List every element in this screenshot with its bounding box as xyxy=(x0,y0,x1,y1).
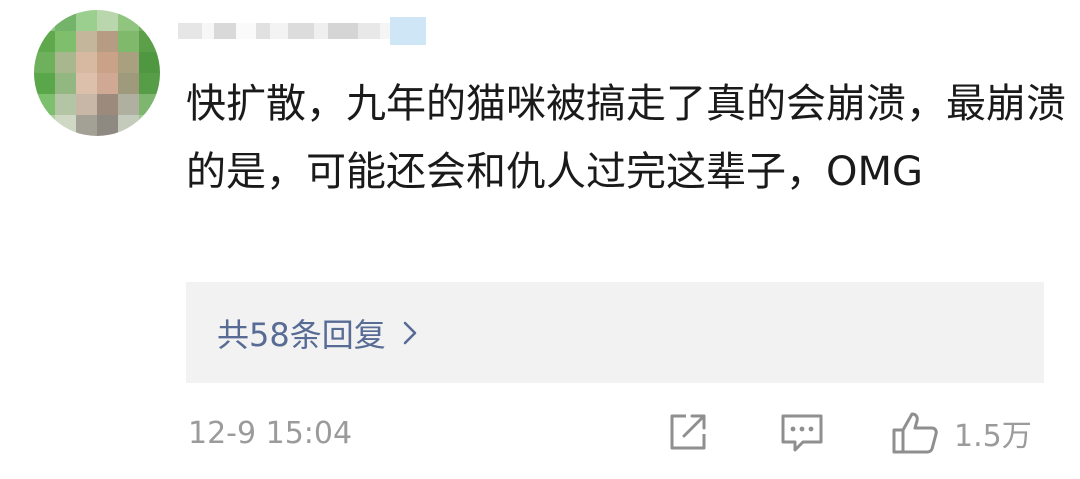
timestamp: 12-9 15:04 xyxy=(188,416,353,451)
replies-label: 共58条回复 xyxy=(217,315,386,354)
like-button[interactable]: 1.5万 xyxy=(890,410,1032,456)
thumbs-up-icon xyxy=(892,412,938,454)
view-replies-button[interactable]: 共58条回复 xyxy=(186,282,1044,383)
share-button[interactable] xyxy=(666,410,710,458)
like-count: 1.5万 xyxy=(954,419,1032,454)
chevron-right-icon xyxy=(402,319,418,347)
comment-icon xyxy=(781,414,823,452)
username[interactable] xyxy=(178,14,426,48)
comment-text: 快扩散，九年的猫咪被搞走了真的会崩溃，最崩溃的是，可能还会和仇人过完这辈子，OM… xyxy=(186,81,1066,195)
share-icon xyxy=(670,414,706,450)
avatar[interactable] xyxy=(34,10,160,136)
comment-button[interactable] xyxy=(779,410,825,458)
